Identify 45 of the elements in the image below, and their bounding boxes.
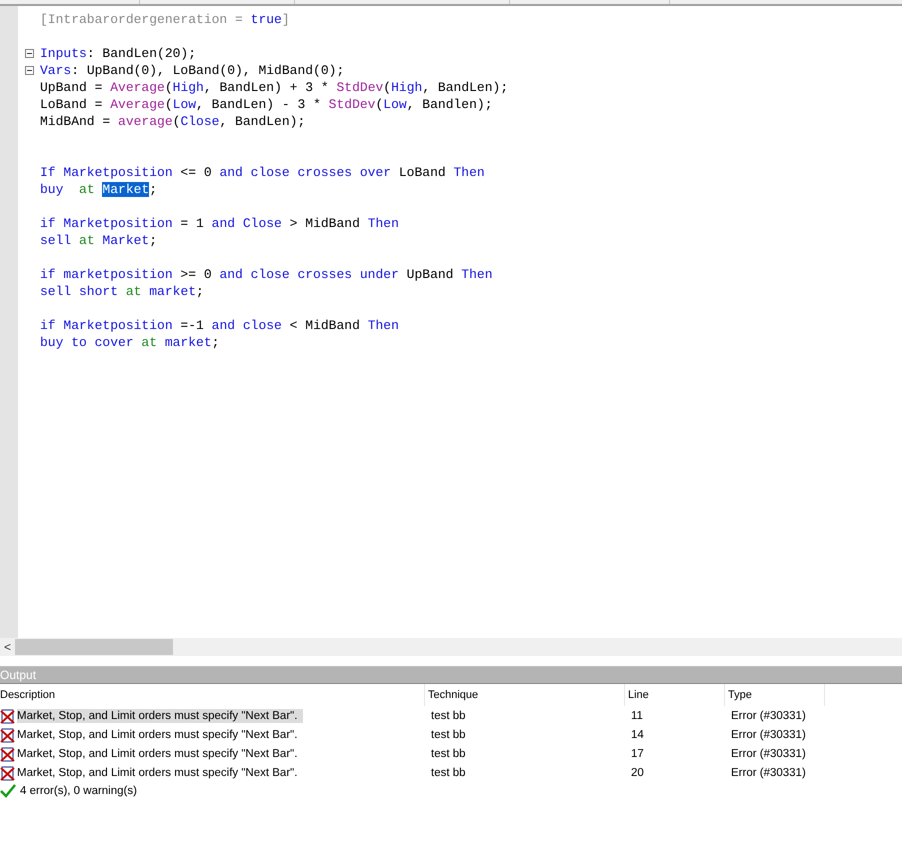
collapse-icon[interactable] — [24, 66, 34, 75]
build-summary: 4 error(s), 0 warning(s) — [20, 785, 137, 797]
line-number-cell-text: 17 — [630, 748, 645, 760]
error-icon — [0, 708, 16, 724]
horizontal-scrollbar[interactable]: < — [0, 638, 902, 656]
code-line: buy to cover at market; — [40, 335, 220, 350]
technique-cell-text: test bb — [430, 748, 467, 760]
code-line: sell short at market; — [40, 284, 204, 299]
error-type-cell-text: Error (#30331) — [730, 710, 807, 722]
error-type-cell-text: Error (#30331) — [730, 748, 807, 760]
code-line: UpBand = Average(High, BandLen) + 3 * StdDev(High, BandLen); — [40, 80, 508, 95]
scroll-thumb[interactable] — [15, 639, 173, 655]
code-line: Vars: UpBand(0), LoBand(0), MidBand(0); — [40, 63, 344, 78]
column-header[interactable]: Technique — [425, 684, 625, 706]
line-number-cell-text: 20 — [630, 766, 645, 778]
collapse-icon[interactable] — [24, 49, 34, 58]
code-line: Inputs: BandLen(20); — [40, 46, 196, 61]
line-number-cell-text: 14 — [630, 728, 645, 740]
code-line: if marketposition >= 0 and close crosses under UpBand Then — [40, 267, 493, 282]
error-description[interactable]: Market, Stop, and Limit orders must specify "Next Bar". — [17, 766, 304, 780]
line-number-cell-text: 11 — [630, 710, 644, 722]
error-type-cell-text: Error (#30331) — [730, 766, 807, 778]
output-panel-title: Output — [0, 667, 902, 684]
error-description[interactable]: Market, Stop, and Limit orders must specify "Next Bar". — [17, 746, 304, 760]
error-icon — [0, 746, 16, 762]
code-line: If Marketposition <= 0 and close crosses over LoBand Then — [40, 165, 485, 180]
column-header[interactable]: Line — [625, 684, 725, 706]
technique-cell-text: test bb — [430, 766, 467, 778]
error-description[interactable]: Market, Stop, and Limit orders must specify "Next Bar". — [17, 728, 304, 742]
code-line: [Intrabarordergeneration = true] — [40, 12, 290, 27]
column-header[interactable]: Description — [0, 684, 425, 706]
technique-cell-text: test bb — [430, 728, 467, 740]
code-line: MidBAnd = average(Close, BandLen); — [40, 114, 306, 129]
error-description[interactable]: Market, Stop, and Limit orders must specify "Next Bar". — [17, 708, 304, 722]
code-line: sell at Market; — [40, 233, 158, 248]
technique-cell-text: test bb — [430, 710, 467, 722]
code-line: LoBand = Average(Low, BandLen) - 3 * StdDev(Low, Bandlen); — [40, 97, 493, 112]
code-line: if Marketposition = 1 and Close > MidBand Then — [40, 216, 399, 231]
code-line: buy at Market; — [40, 182, 158, 197]
code-line: if Marketposition =-1 and close < MidBand Then — [40, 318, 399, 333]
column-header[interactable]: Type — [725, 684, 825, 706]
error-type-cell-text: Error (#30331) — [730, 728, 807, 740]
checkmark-icon — [0, 784, 16, 798]
error-icon — [0, 764, 16, 780]
error-icon — [0, 726, 16, 742]
